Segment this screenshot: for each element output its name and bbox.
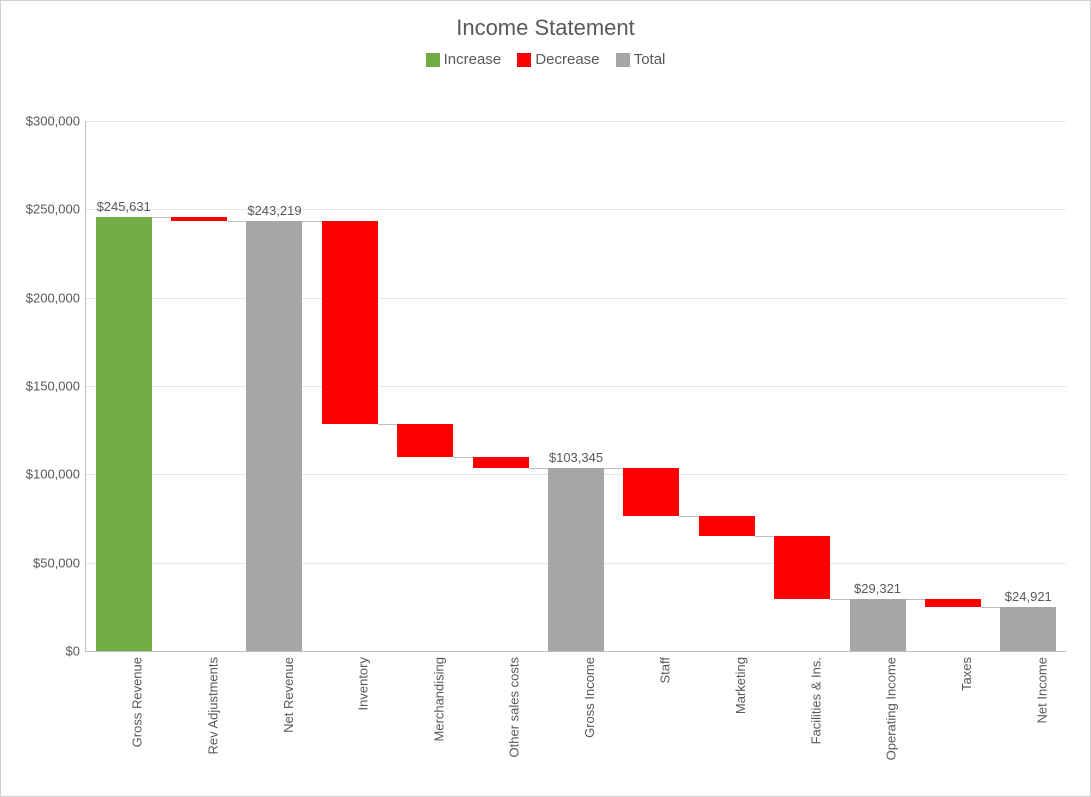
legend-increase: Increase — [426, 51, 502, 68]
bar-decrease — [699, 516, 755, 536]
y-tick-label: $100,000 — [26, 467, 80, 482]
bar-slot: $29,321Operating Income — [840, 121, 915, 651]
bar-value-label: $243,219 — [247, 203, 301, 218]
bar-slot: Merchandising — [388, 121, 463, 651]
x-tick-label: Inventory — [356, 657, 371, 710]
x-tick-label: Marketing — [733, 657, 748, 714]
bar-slot: $243,219Net Revenue — [237, 121, 312, 651]
plot-area: $0$50,000$100,000$150,000$200,000$250,00… — [85, 121, 1066, 652]
bar-total — [1000, 607, 1056, 651]
legend-swatch-decrease — [517, 53, 531, 67]
chart-title: Income Statement — [1, 1, 1090, 41]
bar-slot: $24,921Net Income — [991, 121, 1066, 651]
legend-decrease: Decrease — [517, 51, 599, 68]
x-tick-label: Net Income — [1034, 657, 1049, 723]
bar-slot: Staff — [614, 121, 689, 651]
bar-slot: Rev Adjustments — [161, 121, 236, 651]
bar-decrease — [925, 599, 981, 607]
bar-decrease — [473, 457, 529, 468]
bar-value-label: $245,631 — [97, 199, 151, 214]
bar-slot: $245,631Gross Revenue — [86, 121, 161, 651]
bar-decrease — [623, 468, 679, 515]
bar-slot: Other sales costs — [463, 121, 538, 651]
x-tick-label: Net Revenue — [280, 657, 295, 733]
bar-decrease — [171, 217, 227, 221]
y-tick-label: $150,000 — [26, 379, 80, 394]
x-tick-label: Gross Revenue — [130, 657, 145, 747]
bar-value-label: $24,921 — [1005, 589, 1052, 604]
bar-total — [548, 468, 604, 651]
x-tick-label: Rev Adjustments — [205, 657, 220, 755]
bar-decrease — [774, 536, 830, 600]
legend-total: Total — [616, 51, 666, 68]
x-tick-label: Merchandising — [431, 657, 446, 742]
legend-label-total: Total — [634, 51, 666, 68]
y-tick-label: $200,000 — [26, 290, 80, 305]
x-tick-label: Facilities & Ins. — [808, 657, 823, 744]
bar-slot: Taxes — [915, 121, 990, 651]
legend-swatch-total — [616, 53, 630, 67]
x-tick-label: Gross Income — [582, 657, 597, 738]
x-tick-label: Other sales costs — [507, 657, 522, 757]
legend-label-increase: Increase — [444, 51, 502, 68]
chart-legend: Increase Decrease Total — [1, 51, 1090, 71]
legend-swatch-increase — [426, 53, 440, 67]
bar-value-label: $103,345 — [549, 450, 603, 465]
x-tick-label: Taxes — [959, 657, 974, 691]
bar-total — [850, 599, 906, 651]
bar-decrease — [397, 424, 453, 457]
bar-value-label: $29,321 — [854, 581, 901, 596]
y-tick-label: $300,000 — [26, 114, 80, 129]
y-tick-label: $250,000 — [26, 202, 80, 217]
bar-slot: Marketing — [689, 121, 764, 651]
bar-decrease — [322, 221, 378, 424]
bar-increase — [96, 217, 152, 651]
y-tick-label: $50,000 — [33, 555, 80, 570]
x-tick-label: Operating Income — [884, 657, 899, 760]
legend-label-decrease: Decrease — [535, 51, 599, 68]
bar-slot: Inventory — [312, 121, 387, 651]
bar-total — [246, 221, 302, 651]
chart-container: Income Statement Increase Decrease Total… — [0, 0, 1091, 797]
x-tick-label: Staff — [657, 657, 672, 684]
bar-slot: Facilities & Ins. — [764, 121, 839, 651]
y-tick-label: $0 — [66, 644, 80, 659]
bar-slot: $103,345Gross Income — [538, 121, 613, 651]
